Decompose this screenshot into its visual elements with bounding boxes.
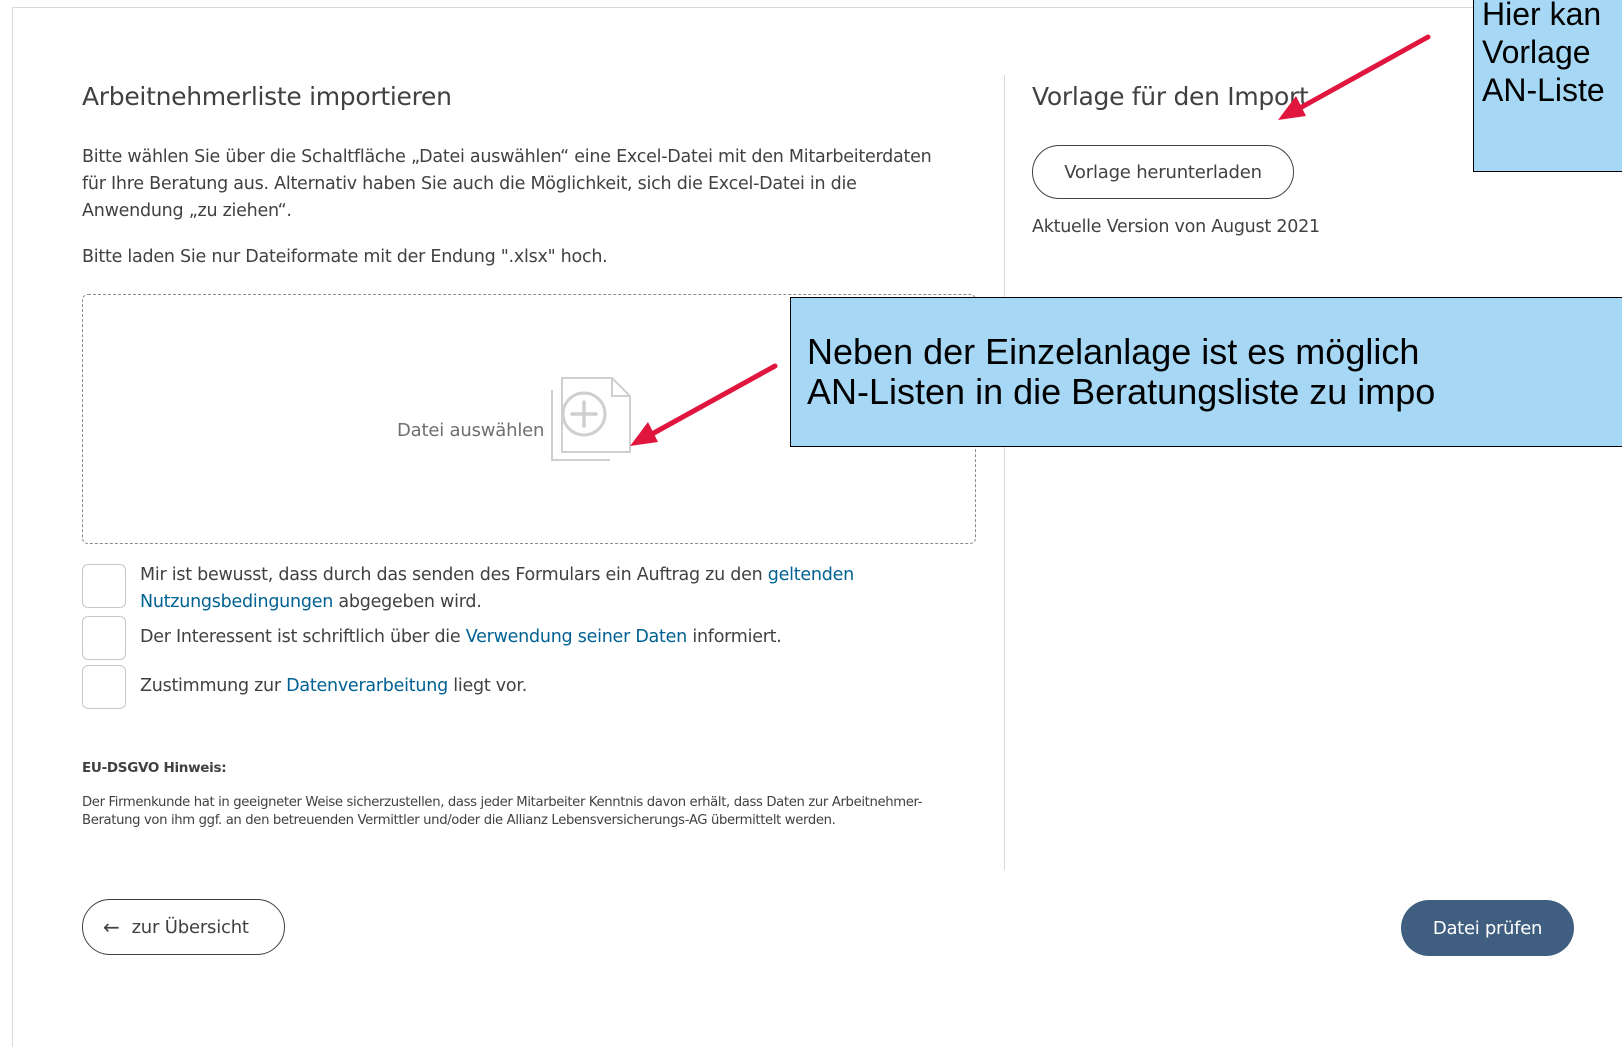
- annotation-arrows: [630, 34, 1431, 446]
- annotation-arrow-dropzone: [630, 363, 778, 446]
- annotation-arrow-template: [1278, 34, 1431, 120]
